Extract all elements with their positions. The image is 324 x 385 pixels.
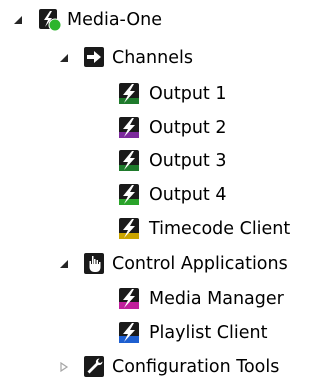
- tree-node-media-manager[interactable]: Media Manager: [0, 284, 324, 314]
- tree-node-timecode-client[interactable]: Timecode Client: [0, 214, 324, 244]
- playlist-bolt-icon: [118, 321, 142, 345]
- tree-node-label: Playlist Client: [149, 323, 268, 343]
- output-bolt-icon: [118, 82, 142, 106]
- output-bolt-icon: [118, 183, 142, 207]
- tree-node-output-3[interactable]: Output 3: [0, 146, 260, 176]
- tree-node-label: Channels: [112, 48, 193, 68]
- expanded-arrow-icon[interactable]: [12, 14, 24, 26]
- tree-node-output-1[interactable]: Output 1: [0, 79, 260, 109]
- media-manager-bolt-icon: [118, 287, 142, 311]
- tree-node-label: Media Manager: [149, 289, 284, 309]
- expanded-arrow-icon[interactable]: [58, 258, 70, 270]
- tree-node-label: Control Applications: [112, 254, 288, 274]
- tree-node-label: Output 2: [149, 118, 227, 138]
- tree-view: Media-One Channels Output 1 Output 2 Out…: [0, 0, 324, 385]
- tree-node-label: Output 1: [149, 84, 227, 104]
- collapsed-arrow-icon[interactable]: [58, 361, 70, 373]
- media-one-server-icon: [38, 8, 62, 32]
- tree-node-label: Output 4: [149, 185, 227, 205]
- tree-node-output-4[interactable]: Output 4: [0, 180, 260, 210]
- tree-node-label: Output 3: [149, 151, 227, 171]
- tree-node-label: Timecode Client: [149, 219, 291, 239]
- tree-node-configuration-tools[interactable]: Configuration Tools: [0, 352, 324, 382]
- channels-arrow-icon: [83, 46, 107, 70]
- tree-node-playlist-client[interactable]: Playlist Client: [0, 318, 324, 348]
- tree-node-media-one[interactable]: Media-One: [0, 5, 200, 35]
- expanded-arrow-icon[interactable]: [58, 52, 70, 64]
- tree-node-output-2[interactable]: Output 2: [0, 113, 260, 143]
- output-bolt-icon: [118, 116, 142, 140]
- tree-node-control-applications[interactable]: Control Applications: [0, 249, 324, 279]
- tree-node-label: Configuration Tools: [112, 357, 280, 377]
- hand-pointer-icon: [83, 252, 107, 276]
- output-bolt-icon: [118, 149, 142, 173]
- wrench-icon: [83, 355, 107, 379]
- timecode-bolt-icon: [118, 217, 142, 241]
- tree-node-channels[interactable]: Channels: [0, 43, 220, 73]
- tree-node-label: Media-One: [67, 10, 162, 30]
